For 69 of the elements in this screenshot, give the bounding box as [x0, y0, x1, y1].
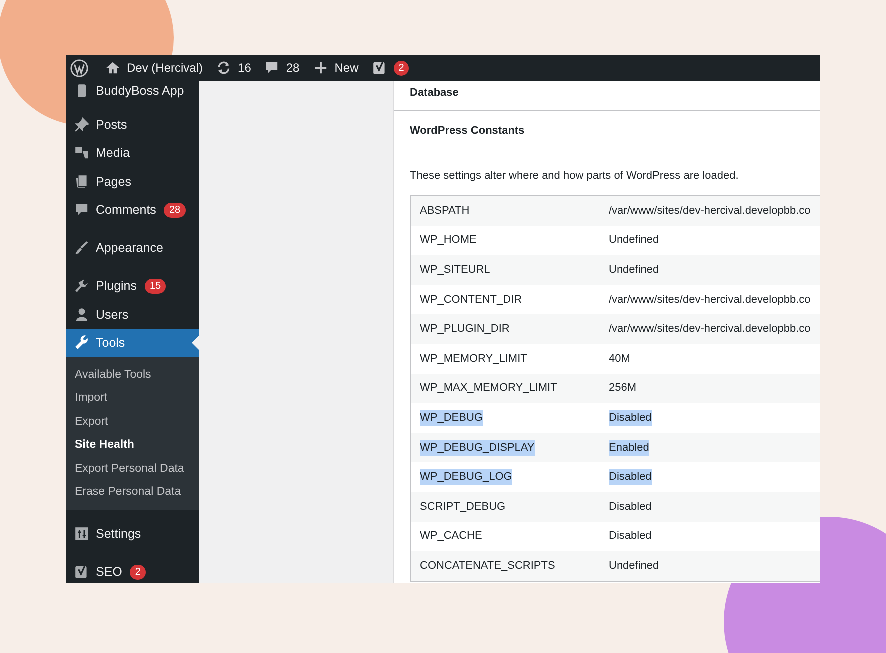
- submenu-item[interactable]: Export Personal Data: [66, 458, 199, 481]
- table-cell-text: WP_CACHE: [420, 529, 482, 544]
- table-cell-text: SCRIPT_DEBUG: [420, 500, 506, 515]
- table-cell-text: Undefined: [609, 233, 660, 248]
- submenu-item[interactable]: Export: [66, 410, 199, 434]
- menu-item[interactable]: Plugins 15: [66, 272, 199, 300]
- wordpress-logo-icon[interactable]: [70, 58, 89, 78]
- submenu-item[interactable]: Import: [66, 387, 199, 411]
- menu-item[interactable]: Users: [66, 300, 199, 329]
- submenu-item[interactable]: Erase Personal Data: [66, 480, 199, 504]
- submenu-item[interactable]: Site Health: [66, 434, 199, 458]
- comment-icon: [264, 60, 280, 76]
- table-cell-text: /var/www/sites/dev-hercival.developbb.co: [609, 292, 811, 308]
- table-cell-text: Disabled: [609, 500, 652, 515]
- refresh-icon: [216, 60, 232, 76]
- new-link[interactable]: New: [312, 60, 359, 76]
- table-cell-text: /var/www/sites/dev-hercival.developbb.co: [609, 204, 811, 219]
- table-cell-text: WP_PLUGIN_DIR: [420, 322, 510, 338]
- table-cell-text: Undefined: [609, 558, 660, 574]
- menu-item[interactable]: Media: [66, 139, 199, 168]
- count-badge: 2: [130, 564, 146, 580]
- table-cell-text: WP_CONTENT_DIR: [420, 292, 522, 308]
- table-cell-text: WP_MEMORY_LIMIT: [420, 352, 528, 367]
- media-icon: [74, 145, 90, 162]
- table-cell-text: WP_SITEURL: [420, 262, 490, 278]
- table-cell-text: WP_MAX_MEMORY_LIMIT: [420, 381, 558, 396]
- comments-link[interactable]: 28: [264, 60, 300, 76]
- plug-icon: [74, 278, 90, 294]
- submenu-item[interactable]: Available Tools: [66, 364, 199, 388]
- table-cell-text: CONCATENATE_SCRIPTS: [420, 558, 556, 574]
- menu-item[interactable]: Comments 28: [66, 196, 199, 224]
- notification-badge: 2: [394, 60, 410, 76]
- description-text: These settings alter where and how parts of WordPress are loaded.: [410, 169, 740, 183]
- table-cell-text: 40M: [609, 352, 630, 367]
- updates-link[interactable]: 16: [216, 60, 252, 76]
- menu-item[interactable]: Appearance: [66, 234, 199, 262]
- table-cell-text: ABSPATH: [420, 204, 470, 219]
- seo-link[interactable]: 2: [372, 60, 410, 76]
- table-cell-text: /var/www/sites/dev-hercival.developbb.co: [609, 322, 811, 338]
- sliders-icon: [74, 526, 90, 542]
- brush-icon: [74, 240, 90, 256]
- section-heading: WordPress Constants: [409, 124, 526, 139]
- count-badge: 28: [164, 202, 186, 218]
- home-icon: [105, 60, 121, 76]
- comment-icon: [74, 202, 90, 218]
- menu-item[interactable]: Pages: [66, 168, 199, 196]
- count-badge: 15: [145, 278, 166, 294]
- menu-item[interactable]: Settings: [66, 520, 199, 548]
- pages-icon: [74, 174, 90, 190]
- site-link[interactable]: Dev (Hercival): [105, 60, 204, 76]
- menu-item[interactable]: SEO 2: [66, 558, 199, 583]
- table-cell: WP_DEBUG_DISPLAY: [420, 440, 535, 456]
- table-cell: Disabled: [609, 410, 652, 426]
- menu-item[interactable]: BuddyBoss App: [66, 81, 199, 101]
- table-cell-text: Undefined: [609, 262, 660, 278]
- menu-item[interactable]: Tools: [66, 329, 199, 357]
- table-cell: Disabled: [609, 469, 652, 486]
- wrench-icon: [74, 335, 90, 351]
- pin-icon: [74, 116, 90, 133]
- table-cell: WP_DEBUG_LOG: [420, 469, 512, 486]
- table-cell-text: Disabled: [609, 529, 652, 544]
- menu-item[interactable]: Posts: [66, 110, 199, 139]
- section-heading: Database: [409, 86, 460, 101]
- table-cell: Enabled: [609, 440, 650, 456]
- table-cell-text: WP_HOME: [420, 233, 477, 248]
- table-cell-text: 256M: [609, 381, 637, 396]
- table-cell: WP_DEBUG: [420, 410, 483, 426]
- user-icon: [74, 306, 90, 323]
- plus-icon: [312, 60, 329, 76]
